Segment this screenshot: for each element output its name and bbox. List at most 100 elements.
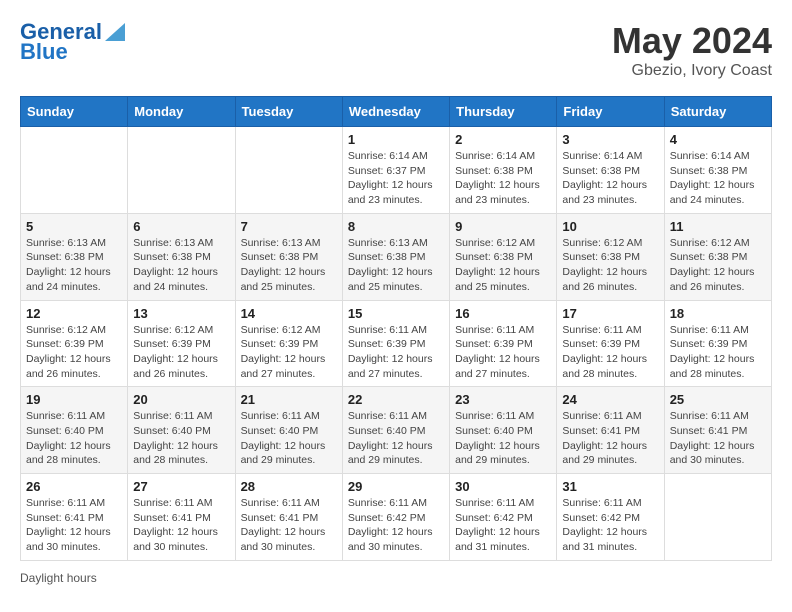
day-info: Sunrise: 6:12 AM Sunset: 6:38 PM Dayligh… [562, 236, 658, 295]
logo-triangle-icon [105, 19, 125, 41]
day-number: 10 [562, 219, 658, 234]
calendar-cell: 26Sunrise: 6:11 AM Sunset: 6:41 PM Dayli… [21, 474, 128, 561]
calendar-cell: 15Sunrise: 6:11 AM Sunset: 6:39 PM Dayli… [342, 300, 449, 387]
calendar-cell: 30Sunrise: 6:11 AM Sunset: 6:42 PM Dayli… [450, 474, 557, 561]
calendar-cell: 28 Sunrise: 6:11 AM Sunset: 6:41 PM Dayli… [235, 474, 342, 561]
day-info: Sunrise: 6:11 AM Sunset: 6:40 PM Dayligh… [455, 409, 551, 468]
day-number: 2 [455, 132, 551, 147]
calendar-cell: 29 Sunrise: 6:11 AM Sunset: 6:42 PM Dayli… [342, 474, 449, 561]
day-info: Sunrise: 6:11 AM Sunset: 6:42 PM Dayligh… [348, 496, 444, 555]
calendar-cell [21, 127, 128, 214]
calendar-cell: 6 Sunrise: 6:13 AM Sunset: 6:38 PM Daylig… [128, 213, 235, 300]
calendar-cell: 8 Sunrise: 6:13 AM Sunset: 6:38 PM Daylig… [342, 213, 449, 300]
day-number: 7 [241, 219, 337, 234]
day-info: Sunrise: 6:11 AM Sunset: 6:40 PM Dayligh… [133, 409, 229, 468]
day-number: 16 [455, 306, 551, 321]
day-info: Sunrise: 6:14 AM Sunset: 6:38 PM Dayligh… [455, 149, 551, 208]
calendar-cell: 2 Sunrise: 6:14 AM Sunset: 6:38 PM Daylig… [450, 127, 557, 214]
day-number: 28 [241, 479, 337, 494]
calendar-cell: 20 Sunrise: 6:11 AM Sunset: 6:40 PM Dayli… [128, 387, 235, 474]
calendar-cell: 21Sunrise: 6:11 AM Sunset: 6:40 PM Dayli… [235, 387, 342, 474]
day-info: Sunrise: 6:12 AM Sunset: 6:39 PM Dayligh… [26, 323, 122, 382]
day-info: Sunrise: 6:12 AM Sunset: 6:38 PM Dayligh… [455, 236, 551, 295]
day-info: Sunrise: 6:11 AM Sunset: 6:41 PM Dayligh… [241, 496, 337, 555]
calendar-cell [664, 474, 771, 561]
day-info: Sunrise: 6:11 AM Sunset: 6:39 PM Dayligh… [562, 323, 658, 382]
calendar-cell: 18 Sunrise: 6:11 AM Sunset: 6:39 PM Dayli… [664, 300, 771, 387]
day-number: 21 [241, 392, 337, 407]
day-info: Sunrise: 6:14 AM Sunset: 6:38 PM Dayligh… [562, 149, 658, 208]
calendar-header-cell: Tuesday [235, 97, 342, 127]
day-info: Sunrise: 6:11 AM Sunset: 6:39 PM Dayligh… [348, 323, 444, 382]
calendar-header-cell: Thursday [450, 97, 557, 127]
day-info: Sunrise: 6:11 AM Sunset: 6:42 PM Dayligh… [455, 496, 551, 555]
day-number: 8 [348, 219, 444, 234]
day-number: 4 [670, 132, 766, 147]
calendar-cell: 19Sunrise: 6:11 AM Sunset: 6:40 PM Dayli… [21, 387, 128, 474]
day-number: 14 [241, 306, 337, 321]
calendar-cell: 5Sunrise: 6:13 AM Sunset: 6:38 PM Daylig… [21, 213, 128, 300]
day-number: 13 [133, 306, 229, 321]
day-number: 29 [348, 479, 444, 494]
calendar-cell: 7 Sunrise: 6:13 AM Sunset: 6:38 PM Daylig… [235, 213, 342, 300]
main-title: May 2024 [612, 20, 772, 62]
day-number: 20 [133, 392, 229, 407]
day-number: 22 [348, 392, 444, 407]
day-info: Sunrise: 6:13 AM Sunset: 6:38 PM Dayligh… [133, 236, 229, 295]
header: General Blue May 2024 Gbezio, Ivory Coas… [20, 20, 772, 80]
day-info: Sunrise: 6:14 AM Sunset: 6:38 PM Dayligh… [670, 149, 766, 208]
day-info: Sunrise: 6:11 AM Sunset: 6:40 PM Dayligh… [348, 409, 444, 468]
title-area: May 2024 Gbezio, Ivory Coast [612, 20, 772, 80]
day-info: Sunrise: 6:11 AM Sunset: 6:41 PM Dayligh… [670, 409, 766, 468]
day-number: 27 [133, 479, 229, 494]
calendar-cell: 3 Sunrise: 6:14 AM Sunset: 6:38 PM Daylig… [557, 127, 664, 214]
calendar-cell [128, 127, 235, 214]
day-info: Sunrise: 6:11 AM Sunset: 6:42 PM Dayligh… [562, 496, 658, 555]
day-number: 9 [455, 219, 551, 234]
calendar-cell: 23 Sunrise: 6:11 AM Sunset: 6:40 PM Dayli… [450, 387, 557, 474]
day-info: Sunrise: 6:11 AM Sunset: 6:41 PM Dayligh… [133, 496, 229, 555]
day-number: 6 [133, 219, 229, 234]
day-info: Sunrise: 6:11 AM Sunset: 6:41 PM Dayligh… [562, 409, 658, 468]
calendar: SundayMondayTuesdayWednesdayThursdayFrid… [20, 96, 772, 561]
calendar-cell: 10 Sunrise: 6:12 AM Sunset: 6:38 PM Dayli… [557, 213, 664, 300]
calendar-header-cell: Wednesday [342, 97, 449, 127]
calendar-cell: 14 Sunrise: 6:12 AM Sunset: 6:39 PM Dayli… [235, 300, 342, 387]
day-number: 25 [670, 392, 766, 407]
day-number: 24 [562, 392, 658, 407]
calendar-cell: 12 Sunrise: 6:12 AM Sunset: 6:39 PM Dayli… [21, 300, 128, 387]
logo: General Blue [20, 20, 125, 64]
calendar-header-cell: Saturday [664, 97, 771, 127]
day-number: 3 [562, 132, 658, 147]
day-info: Sunrise: 6:12 AM Sunset: 6:39 PM Dayligh… [241, 323, 337, 382]
calendar-cell: 31 Sunrise: 6:11 AM Sunset: 6:42 PM Dayli… [557, 474, 664, 561]
day-number: 12 [26, 306, 122, 321]
day-number: 26 [26, 479, 122, 494]
calendar-cell: 11Sunrise: 6:12 AM Sunset: 6:38 PM Dayli… [664, 213, 771, 300]
calendar-header-cell: Sunday [21, 97, 128, 127]
day-number: 23 [455, 392, 551, 407]
day-info: Sunrise: 6:12 AM Sunset: 6:39 PM Dayligh… [133, 323, 229, 382]
calendar-cell: 22 Sunrise: 6:11 AM Sunset: 6:40 PM Dayli… [342, 387, 449, 474]
calendar-cell: 24 Sunrise: 6:11 AM Sunset: 6:41 PM Dayli… [557, 387, 664, 474]
footer-label: Daylight hours [20, 571, 97, 585]
calendar-cell: 25 Sunrise: 6:11 AM Sunset: 6:41 PM Dayli… [664, 387, 771, 474]
day-number: 1 [348, 132, 444, 147]
calendar-cell: 16Sunrise: 6:11 AM Sunset: 6:39 PM Dayli… [450, 300, 557, 387]
day-number: 31 [562, 479, 658, 494]
day-info: Sunrise: 6:11 AM Sunset: 6:39 PM Dayligh… [670, 323, 766, 382]
calendar-cell: 13 Sunrise: 6:12 AM Sunset: 6:39 PM Dayli… [128, 300, 235, 387]
calendar-header-cell: Monday [128, 97, 235, 127]
day-number: 18 [670, 306, 766, 321]
footer: Daylight hours [20, 571, 772, 585]
day-number: 5 [26, 219, 122, 234]
subtitle: Gbezio, Ivory Coast [612, 62, 772, 80]
day-info: Sunrise: 6:13 AM Sunset: 6:38 PM Dayligh… [348, 236, 444, 295]
calendar-cell: 17Sunrise: 6:11 AM Sunset: 6:39 PM Dayli… [557, 300, 664, 387]
day-info: Sunrise: 6:14 AM Sunset: 6:37 PM Dayligh… [348, 149, 444, 208]
day-info: Sunrise: 6:13 AM Sunset: 6:38 PM Dayligh… [241, 236, 337, 295]
day-info: Sunrise: 6:11 AM Sunset: 6:40 PM Dayligh… [26, 409, 122, 468]
calendar-header: SundayMondayTuesdayWednesdayThursdayFrid… [21, 97, 772, 127]
calendar-cell: 9 Sunrise: 6:12 AM Sunset: 6:38 PM Daylig… [450, 213, 557, 300]
calendar-header-cell: Friday [557, 97, 664, 127]
